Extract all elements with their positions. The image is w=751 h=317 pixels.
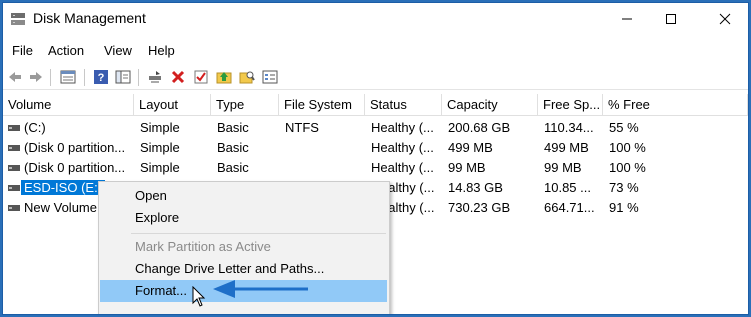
header-file-system[interactable]: File System: [279, 94, 365, 116]
forward-arrow-icon[interactable]: [28, 69, 44, 85]
cell-percent-free: 73 %: [609, 180, 639, 195]
properties-icon[interactable]: [60, 69, 76, 85]
header-volume[interactable]: Volume: [3, 94, 134, 116]
cell-layout: Simple: [140, 120, 180, 135]
cell-capacity: 499 MB: [448, 140, 493, 155]
cell-layout: Simple: [140, 160, 180, 175]
volume-disk-icon: [8, 125, 20, 131]
cell-volume: (C:): [24, 120, 46, 135]
volume-disk-icon: [8, 165, 20, 171]
cell-type: Basic: [217, 140, 249, 155]
maximize-icon: [666, 14, 676, 24]
back-arrow-icon[interactable]: [7, 69, 23, 85]
menu-item-explore[interactable]: Explore: [100, 207, 387, 229]
close-button[interactable]: [702, 3, 748, 35]
disk-management-app-icon: [11, 13, 25, 25]
cell-type: Basic: [217, 120, 249, 135]
table-row[interactable]: (C:) Simple Basic NTFS Healthy (... 200.…: [3, 118, 748, 138]
window-title: Disk Management: [33, 10, 146, 26]
table-row[interactable]: (Disk 0 partition... Simple Basic Health…: [3, 158, 748, 178]
cell-type: Basic: [217, 160, 249, 175]
menu-separator: [131, 233, 386, 234]
title-bar: Disk Management: [3, 3, 748, 35]
close-icon: [719, 13, 731, 25]
header-capacity[interactable]: Capacity: [442, 94, 538, 116]
volume-disk-icon: [8, 145, 20, 151]
search-folder-icon[interactable]: [239, 69, 255, 85]
cell-percent-free: 100 %: [609, 160, 646, 175]
help-icon[interactable]: ?: [93, 69, 109, 85]
cell-percent-free: 91 %: [609, 200, 639, 215]
annotation-arrow-icon: [213, 280, 308, 298]
cell-capacity: 200.68 GB: [448, 120, 511, 135]
connect-drive-icon[interactable]: [147, 69, 163, 85]
minimize-button[interactable]: [604, 3, 650, 35]
cell-file-system: [285, 138, 363, 158]
menu-item-open[interactable]: Open: [100, 185, 387, 207]
minimize-icon: [622, 18, 632, 20]
menu-bar: File Action View Help: [3, 40, 748, 62]
maximize-button[interactable]: [648, 3, 694, 35]
cell-free-space: 664.71...: [544, 200, 595, 215]
cell-free-space: 110.34...: [544, 120, 594, 135]
menu-help[interactable]: Help: [148, 43, 175, 58]
header-status[interactable]: Status: [365, 94, 442, 116]
list-view-icon[interactable]: [262, 69, 278, 85]
header-percent-free[interactable]: % Free: [603, 94, 748, 116]
cell-layout: Simple: [140, 140, 180, 155]
volume-disk-icon: [8, 205, 20, 211]
menu-item-mark-active: Mark Partition as Active: [135, 239, 271, 254]
cell-file-system: NTFS: [285, 120, 319, 135]
menu-view[interactable]: View: [104, 43, 132, 58]
console-tree-icon[interactable]: [115, 69, 131, 85]
header-layout[interactable]: Layout: [134, 94, 211, 116]
toolbar-separator: [138, 69, 139, 86]
svg-text:?: ?: [98, 72, 105, 84]
cell-volume: (Disk 0 partition...: [24, 140, 126, 155]
cell-volume: (Disk 0 partition...: [24, 160, 126, 175]
header-free-space[interactable]: Free Sp...: [538, 94, 603, 116]
cell-free-space: 499 MB: [544, 140, 589, 155]
cell-capacity: 99 MB: [448, 160, 486, 175]
delete-icon[interactable]: [170, 69, 186, 85]
menu-action[interactable]: Action: [48, 43, 84, 58]
disk-management-window: Disk Management File Action View Help ?: [2, 2, 749, 315]
check-icon[interactable]: [193, 69, 209, 85]
toolbar-separator: [84, 69, 85, 86]
cell-file-system: [285, 158, 363, 178]
header-type[interactable]: Type: [211, 94, 279, 116]
cell-free-space: 99 MB: [544, 160, 582, 175]
cell-status: Healthy (...: [371, 160, 434, 175]
cell-capacity: 14.83 GB: [448, 180, 503, 195]
cell-status: Healthy (...: [371, 140, 434, 155]
cell-percent-free: 100 %: [609, 140, 646, 155]
cell-volume: ESD-ISO (E:): [21, 180, 106, 195]
toolbar-separator: [50, 69, 51, 86]
toolbar: ?: [3, 65, 748, 90]
cell-percent-free: 55 %: [609, 120, 639, 135]
cell-free-space: 10.85 ...: [544, 180, 591, 195]
table-row[interactable]: (Disk 0 partition... Simple Basic Health…: [3, 138, 748, 158]
up-folder-icon[interactable]: [216, 69, 232, 85]
volume-disk-icon: [8, 185, 20, 191]
cell-capacity: 730.23 GB: [448, 200, 511, 215]
mouse-pointer-icon: [192, 286, 206, 307]
cell-status: Healthy (...: [371, 120, 434, 135]
menu-file[interactable]: File: [12, 43, 33, 58]
